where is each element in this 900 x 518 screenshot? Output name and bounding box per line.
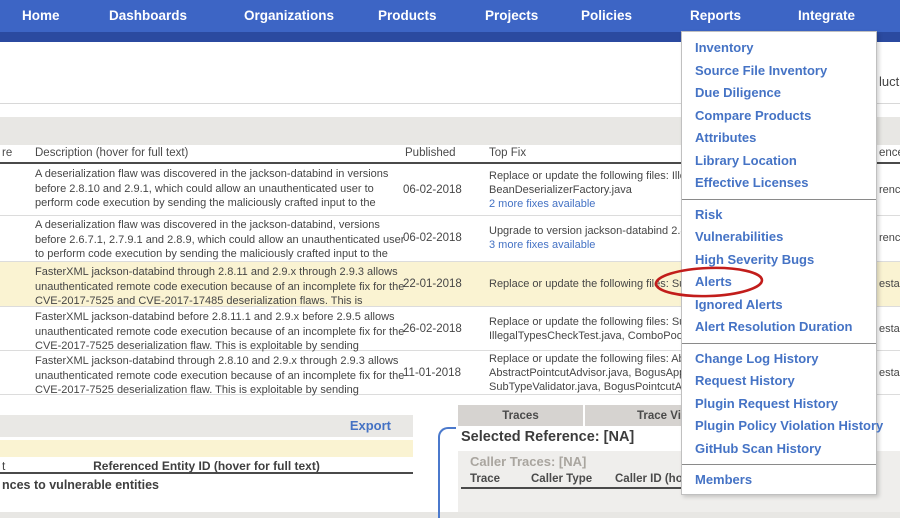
vuln-top-fix: Upgrade to version jackson-databind 2.8.…: [489, 215, 696, 261]
menu-item-risk[interactable]: Risk: [682, 204, 876, 227]
vuln-top-fix: Replace or update the following files: A…: [489, 351, 694, 394]
menu-item-github-scan-history[interactable]: GitHub Scan History: [682, 438, 876, 461]
col-header-published[interactable]: Published: [405, 147, 456, 161]
row-right-fragment: estab: [879, 307, 900, 350]
menu-divider: [682, 343, 876, 344]
menu-item-alert-resolution-duration[interactable]: Alert Resolution Duration: [682, 316, 876, 339]
col-header-score-fragment: re: [2, 147, 12, 161]
menu-item-vulnerabilities[interactable]: Vulnerabilities: [682, 226, 876, 249]
references-panel-toolbar: Export: [0, 415, 413, 437]
nav-item-policies[interactable]: Policies: [581, 8, 632, 23]
fix-line: BeanDeserializerFactory.java: [489, 183, 692, 197]
vuln-description: A deserialization flaw was discovered in…: [35, 218, 407, 262]
vuln-published: 06-02-2018: [403, 164, 462, 215]
more-fixes-link[interactable]: 2 more fixes available: [489, 197, 692, 211]
menu-item-source-file-inventory[interactable]: Source File Inventory: [682, 60, 876, 83]
nav-item-organizations[interactable]: Organizations: [244, 8, 334, 23]
fix-line: Replace or update the following files: S…: [489, 277, 691, 291]
menu-item-library-location[interactable]: Library Location: [682, 150, 876, 173]
vuln-description: A deserialization flaw was discovered in…: [35, 167, 407, 211]
menu-item-members[interactable]: Members: [682, 469, 876, 492]
col-header-referenced-entity-id[interactable]: Referenced Entity ID (hover for full tex…: [0, 459, 413, 473]
menu-item-change-log-history[interactable]: Change Log History: [682, 348, 876, 371]
nav-item-dashboards[interactable]: Dashboards: [109, 8, 187, 23]
row-right-fragment: estab: [879, 351, 900, 394]
menu-item-alerts[interactable]: Alerts: [682, 271, 876, 294]
nav-item-integrate[interactable]: Integrate: [798, 8, 855, 23]
vuln-description: FasterXML jackson-databind before 2.8.11…: [35, 310, 407, 354]
menu-item-attributes[interactable]: Attributes: [682, 127, 876, 150]
vuln-published: 06-02-2018: [403, 215, 462, 261]
nav-item-products[interactable]: Products: [378, 8, 437, 23]
references-header-underline: [0, 472, 413, 474]
fix-line: Replace or update the following files: I…: [489, 169, 692, 183]
panel-bracket-decoration: [438, 427, 456, 518]
row-right-fragment: estab: [879, 262, 900, 306]
truncated-product-label: luct: [879, 74, 899, 89]
export-link[interactable]: Export: [350, 418, 391, 433]
vuln-top-fix: Replace or update the following files: S…: [489, 307, 698, 350]
fix-line: IllegalTypesCheckTest.java, ComboPooled: [489, 329, 698, 343]
nav-item-reports[interactable]: Reports: [690, 8, 741, 23]
menu-item-high-severity-bugs[interactable]: High Severity Bugs: [682, 249, 876, 272]
menu-item-ignored-alerts[interactable]: Ignored Alerts: [682, 294, 876, 317]
reports-dropdown-menu: Inventory Source File Inventory Due Dili…: [681, 31, 877, 495]
col-header-caller-id[interactable]: Caller ID (ho: [615, 473, 683, 485]
row-right-fragment: rence: [879, 215, 900, 261]
references-empty-message: nces to vulnerable entities: [2, 478, 159, 492]
fix-line: Replace or update the following files: S…: [489, 315, 698, 329]
fix-line: Replace or update the following files: A…: [489, 352, 694, 366]
menu-item-request-history[interactable]: Request History: [682, 370, 876, 393]
menu-item-compare-products[interactable]: Compare Products: [682, 105, 876, 128]
nav-item-home[interactable]: Home: [22, 8, 60, 23]
app-window: luct Home Dashboards Organizations Produ…: [0, 0, 900, 518]
vuln-published: 26-02-2018: [403, 307, 462, 350]
nav-item-projects[interactable]: Projects: [485, 8, 538, 23]
menu-divider: [682, 199, 876, 200]
vuln-description: FasterXML jackson-databind through 2.8.1…: [35, 354, 407, 398]
menu-item-due-diligence[interactable]: Due Diligence: [682, 82, 876, 105]
col-header-caller-type[interactable]: Caller Type: [531, 473, 592, 485]
more-fixes-link[interactable]: 3 more fixes available: [489, 238, 696, 252]
tab-traces[interactable]: Traces: [458, 405, 583, 426]
menu-item-effective-licenses[interactable]: Effective Licenses: [682, 172, 876, 195]
vuln-top-fix: Replace or update the following files: I…: [489, 164, 692, 215]
caller-traces-label: Caller Traces: [NA]: [470, 454, 586, 469]
vuln-published: 11-01-2018: [403, 351, 461, 394]
col-header-right-fragment: ence: [879, 147, 900, 161]
fix-line: AbstractPointcutAdvisor.java, BogusAppli: [489, 366, 694, 380]
vuln-top-fix: Replace or update the following files: S…: [489, 262, 691, 306]
fix-line: Upgrade to version jackson-databind 2.8.…: [489, 224, 696, 238]
col-header-top-fix[interactable]: Top Fix: [489, 147, 526, 161]
vuln-published: 22-01-2018: [403, 262, 462, 306]
menu-divider: [682, 464, 876, 465]
menu-item-plugin-request-history[interactable]: Plugin Request History: [682, 393, 876, 416]
col-header-description[interactable]: Description (hover for full text): [35, 147, 188, 161]
row-right-fragment: rence: [879, 164, 900, 215]
menu-item-plugin-policy-violation-history[interactable]: Plugin Policy Violation History: [682, 415, 876, 438]
vuln-description: FasterXML jackson-databind through 2.8.1…: [35, 265, 407, 309]
references-selected-band: [0, 440, 413, 457]
menu-item-inventory[interactable]: Inventory: [682, 37, 876, 60]
fix-line: SubTypeValidator.java, BogusPointcutAdv: [489, 380, 694, 394]
col-header-trace[interactable]: Trace: [470, 473, 500, 485]
selected-reference-label: Selected Reference: [NA]: [461, 429, 634, 445]
